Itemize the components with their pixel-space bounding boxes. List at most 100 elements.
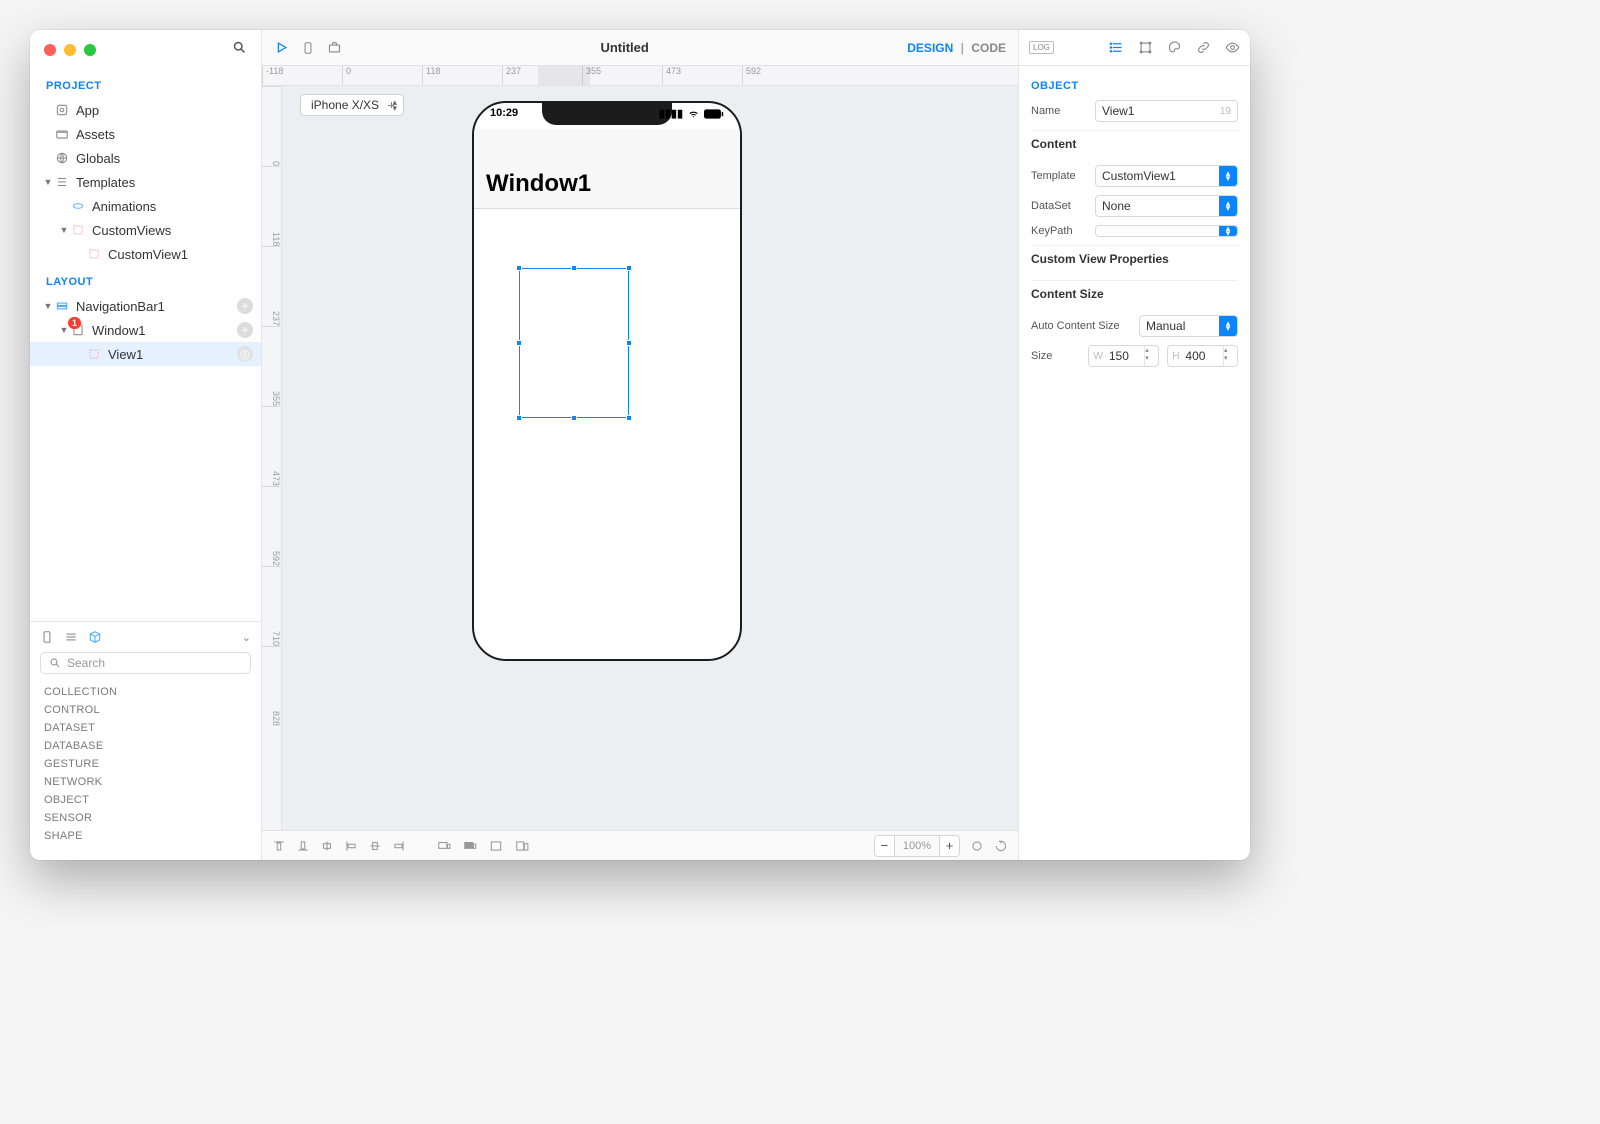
library-search[interactable]: Search <box>40 652 251 674</box>
resize-handle[interactable] <box>571 265 577 271</box>
sidebar-item-customviews[interactable]: ▼ CustomViews <box>30 218 261 242</box>
search-placeholder: Search <box>67 656 105 670</box>
add-icon[interactable]: + <box>237 298 253 314</box>
resize-handle[interactable] <box>516 340 522 346</box>
lib-collection[interactable]: COLLECTION <box>44 686 247 698</box>
dataset-select[interactable]: None▴▾ <box>1095 195 1238 217</box>
briefcase-icon[interactable] <box>327 40 342 55</box>
mode-design[interactable]: DESIGN <box>907 41 953 55</box>
sidebar-item-assets[interactable]: Assets <box>30 122 261 146</box>
device-select[interactable]: iPhone X/XS ▴▾ <box>300 94 404 116</box>
sidebar-item-label: App <box>76 103 253 118</box>
customview-icon <box>86 247 102 261</box>
play-icon[interactable] <box>274 40 289 55</box>
ruler-horizontal[interactable]: -118 0 118 237 355 473 592 <box>262 66 1018 86</box>
size-label: Size <box>1031 350 1080 362</box>
sidebar: PROJECT App Assets Globals ▼ Templates <box>30 30 262 860</box>
align-center-v-icon[interactable] <box>368 839 382 853</box>
sidebar-item-app[interactable]: App <box>30 98 261 122</box>
mode-switch[interactable]: DESIGN | CODE <box>907 41 1006 55</box>
dropdown-icon[interactable]: ▴▾ <box>1219 226 1237 236</box>
log-button[interactable]: LOG <box>1029 41 1054 54</box>
device-icon[interactable] <box>301 41 315 55</box>
zoom-icon[interactable] <box>84 44 96 56</box>
resize-handle[interactable] <box>626 265 632 271</box>
rotate-icon[interactable] <box>994 839 1008 853</box>
resize-handle[interactable] <box>626 415 632 421</box>
width-input[interactable]: W150▴▾ <box>1088 345 1159 367</box>
lib-network[interactable]: NETWORK <box>44 776 247 788</box>
zoom-out-button[interactable]: − <box>875 836 895 856</box>
resize-handle[interactable] <box>516 415 522 421</box>
ruler-tick: 237 <box>262 246 281 326</box>
align-center-h-icon[interactable] <box>320 839 334 853</box>
library-panel: ⌄ Search COLLECTION CONTROL DATASET DATA… <box>30 621 261 860</box>
mode-code[interactable]: CODE <box>971 41 1006 55</box>
align-left-icon[interactable] <box>344 839 358 853</box>
appearance-tab-icon[interactable] <box>1167 40 1182 55</box>
sidebar-item-globals[interactable]: Globals <box>30 146 261 170</box>
stepper-icon[interactable]: ▴▾ <box>1223 346 1237 366</box>
resize-handle[interactable] <box>626 340 632 346</box>
resize-handle[interactable] <box>516 265 522 271</box>
minimize-icon[interactable] <box>64 44 76 56</box>
sidebar-item-templates[interactable]: ▼ Templates <box>30 170 261 194</box>
resize-handle[interactable] <box>571 415 577 421</box>
add-icon[interactable]: + <box>237 322 253 338</box>
zoom-in-button[interactable]: + <box>939 836 959 856</box>
lib-sensor[interactable]: SENSOR <box>44 812 247 824</box>
align-bottom-icon[interactable] <box>296 839 310 853</box>
target-icon[interactable]: ◎ <box>237 346 253 362</box>
device-frame[interactable]: 10:29 ▮▮▮▮ Window1 <box>472 101 742 661</box>
acs-select[interactable]: Manual▴▾ <box>1139 315 1238 337</box>
list-tab-icon[interactable] <box>1109 40 1124 55</box>
align-right-icon[interactable] <box>392 839 406 853</box>
dropdown-icon[interactable]: ▴▾ <box>1219 166 1237 186</box>
device-tab-icon[interactable] <box>40 630 54 644</box>
window-mode-icon[interactable] <box>514 839 530 853</box>
lib-object[interactable]: OBJECT <box>44 794 247 806</box>
sidebar-item-window1[interactable]: ▼ 1 Window1 + <box>30 318 261 342</box>
zoom-control[interactable]: − 100% + <box>874 835 960 857</box>
name-input[interactable]: View1 19 <box>1095 100 1238 122</box>
template-select[interactable]: CustomView1▴▾ <box>1095 165 1238 187</box>
chevron-down-icon[interactable]: ▼ <box>42 301 54 311</box>
dropdown-icon[interactable]: ▴▾ <box>1219 196 1237 216</box>
chevron-down-icon[interactable]: ▼ <box>42 177 54 187</box>
inspector: LOG OBJECT Name View1 19 Content Templat… <box>1018 30 1250 860</box>
window-mode-icon[interactable] <box>488 839 504 853</box>
lib-gesture[interactable]: GESTURE <box>44 758 247 770</box>
lib-database[interactable]: DATABASE <box>44 740 247 752</box>
canvas[interactable]: iPhone X/XS ▴▾ 10:29 ▮▮▮▮ Window1 <box>282 86 1018 830</box>
close-icon[interactable] <box>44 44 56 56</box>
preview-tab-icon[interactable] <box>1225 40 1240 55</box>
chevron-down-icon[interactable]: ▼ <box>58 225 70 235</box>
chevron-down-icon[interactable]: ⌄ <box>242 631 251 644</box>
folder-icon <box>54 127 70 141</box>
list-tab-icon[interactable] <box>64 630 78 644</box>
ruler-tick: 592 <box>742 66 822 85</box>
screens-icon[interactable] <box>462 839 478 853</box>
cube-tab-icon[interactable] <box>88 630 102 644</box>
sidebar-item-customview1[interactable]: CustomView1 <box>30 242 261 266</box>
acs-value: Manual <box>1140 316 1219 336</box>
link-tab-icon[interactable] <box>1196 40 1211 55</box>
dropdown-icon[interactable]: ▴▾ <box>1219 316 1237 336</box>
lib-dataset[interactable]: DATASET <box>44 722 247 734</box>
bounds-tab-icon[interactable] <box>1138 40 1153 55</box>
fit-icon[interactable] <box>970 839 984 853</box>
ruler-tick: 473 <box>262 406 281 486</box>
sidebar-item-navbar1[interactable]: ▼ NavigationBar1 + <box>30 294 261 318</box>
height-input[interactable]: H400▴▾ <box>1167 345 1238 367</box>
selection-rect[interactable] <box>519 268 629 418</box>
align-top-icon[interactable] <box>272 839 286 853</box>
sidebar-item-view1[interactable]: View1 ◎ <box>30 342 261 366</box>
lib-shape[interactable]: SHAPE <box>44 830 247 842</box>
stepper-icon[interactable]: ▴▾ <box>1144 346 1158 366</box>
ruler-vertical[interactable]: 0 118 237 355 473 592 710 828 <box>262 86 282 830</box>
lib-control[interactable]: CONTROL <box>44 704 247 716</box>
search-icon[interactable] <box>232 40 247 55</box>
keypath-select[interactable]: ▴▾ <box>1095 225 1238 237</box>
sidebar-item-animations[interactable]: Animations <box>30 194 261 218</box>
screens-icon[interactable] <box>436 839 452 853</box>
